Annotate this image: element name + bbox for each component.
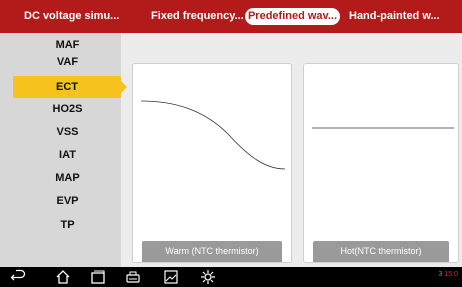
screenshot-icon[interactable]: [163, 269, 179, 285]
sidebar-item-evp[interactable]: EVP: [14, 190, 121, 212]
status-text: 3: [438, 271, 443, 278]
recent-apps-icon[interactable]: [90, 269, 106, 285]
status-area: 3 15:0: [439, 271, 458, 278]
tab-predefined-waveform[interactable]: Predefined wav...: [245, 8, 340, 25]
settings-icon[interactable]: [200, 269, 216, 285]
main-content: MAF VAF ECT HO2S VSS IAT MAP EVP TP Warm…: [0, 33, 462, 267]
clock-time: 15:0: [444, 271, 458, 278]
sidebar-item-vaf[interactable]: VAF: [14, 51, 121, 73]
waveform-warm-curve: [140, 100, 286, 170]
waveform-panel-hot[interactable]: Hot(NTC thermistor): [303, 63, 459, 263]
back-icon[interactable]: [10, 269, 26, 285]
vci-icon[interactable]: [125, 269, 141, 285]
tab-fixed-frequency[interactable]: Fixed frequency...: [151, 0, 243, 33]
sidebar-item-ect[interactable]: ECT: [13, 76, 127, 98]
sensor-sidebar: MAF VAF ECT HO2S VSS IAT MAP EVP TP: [0, 33, 127, 267]
tab-hand-painted-waveform[interactable]: Hand-painted w...: [349, 0, 454, 33]
top-tab-bar: DC voltage simu... Fixed frequency... Pr…: [0, 0, 462, 33]
tab-dc-voltage-simulation[interactable]: DC voltage simu...: [24, 0, 141, 33]
waveform-panel-warm[interactable]: Warm (NTC thermistor): [132, 63, 292, 263]
sidebar-item-tp[interactable]: TP: [14, 214, 121, 236]
waveform-label-warm: Warm (NTC thermistor): [142, 241, 282, 262]
home-icon[interactable]: [55, 269, 71, 285]
system-nav-bar: 3 15:0: [0, 267, 462, 287]
waveform-label-hot: Hot(NTC thermistor): [313, 241, 449, 262]
sidebar-item-ho2s[interactable]: HO2S: [14, 98, 121, 120]
sidebar-item-iat[interactable]: IAT: [14, 144, 121, 166]
sidebar-item-map[interactable]: MAP: [14, 167, 121, 189]
sidebar-item-vss[interactable]: VSS: [14, 121, 121, 143]
waveform-hot-line: [312, 127, 454, 129]
